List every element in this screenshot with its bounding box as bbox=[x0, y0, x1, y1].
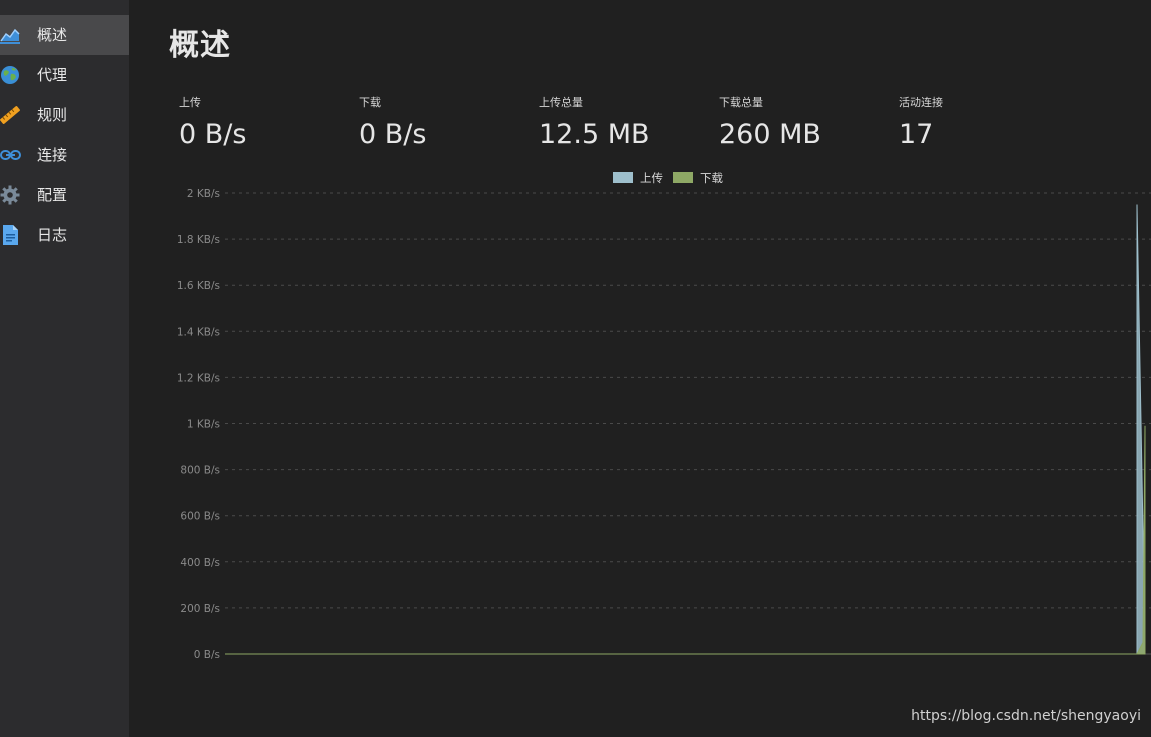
y-tick-label: 800 B/s bbox=[180, 465, 220, 477]
ruler-icon bbox=[0, 105, 22, 125]
watermark: https://blog.csdn.net/shengyaoyi bbox=[911, 708, 1141, 724]
y-tick-label: 1.4 KB/s bbox=[177, 326, 220, 338]
y-tick-label: 400 B/s bbox=[180, 557, 220, 569]
sidebar-item-label: 代理 bbox=[37, 66, 68, 84]
sidebar-item-logs[interactable]: 日志 bbox=[0, 215, 129, 255]
link-icon bbox=[0, 145, 22, 165]
y-tick-label: 1.6 KB/s bbox=[177, 280, 220, 292]
traffic-chart: 0 B/s 200 B/s 400 B/s 600 B/s 800 B/s 1 KB/s 1… bbox=[177, 171, 1151, 661]
legend-swatch bbox=[673, 172, 693, 183]
sidebar-item-label: 日志 bbox=[37, 226, 68, 244]
legend-swatch bbox=[613, 172, 633, 183]
upload-series-area bbox=[225, 204, 1146, 655]
sidebar-item-config[interactable]: 配置 bbox=[0, 175, 129, 215]
app-window: 概述 代理 规则 连接 配置 日志 概述 上传 0 B/s 下载 0 B/s 上… bbox=[0, 0, 1151, 737]
main-content: 概述 上传 0 B/s 下载 0 B/s 上传总量 12.5 MB 下载总量 2… bbox=[129, 0, 1151, 737]
download-series-area bbox=[225, 425, 1146, 655]
sidebar-item-overview[interactable]: 概述 bbox=[0, 15, 129, 55]
document-icon bbox=[0, 225, 22, 245]
y-tick-label: 1.8 KB/s bbox=[177, 234, 220, 246]
sidebar-item-rules[interactable]: 规则 bbox=[0, 95, 129, 135]
gear-icon bbox=[0, 185, 22, 205]
sidebar-nav: 概述 代理 规则 连接 配置 日志 bbox=[0, 15, 129, 255]
sidebar-item-label: 连接 bbox=[37, 146, 68, 164]
y-tick-label: 2 KB/s bbox=[187, 188, 220, 200]
y-tick-label: 1.2 KB/s bbox=[177, 372, 220, 384]
sidebar-item-connections[interactable]: 连接 bbox=[0, 135, 129, 175]
sidebar-item-label: 概述 bbox=[37, 26, 68, 44]
chart-area-icon bbox=[0, 25, 22, 45]
globe-icon bbox=[0, 65, 22, 85]
legend-label: 下载 bbox=[700, 171, 723, 185]
sidebar-item-label: 配置 bbox=[37, 186, 68, 204]
sidebar-item-proxies[interactable]: 代理 bbox=[0, 55, 129, 95]
sidebar: 概述 代理 规则 连接 配置 日志 bbox=[0, 0, 129, 737]
y-tick-label: 1 KB/s bbox=[187, 419, 220, 431]
y-tick-label: 200 B/s bbox=[180, 603, 220, 615]
legend-label: 上传 bbox=[640, 171, 663, 185]
y-tick-label: 600 B/s bbox=[180, 511, 220, 523]
sidebar-item-label: 规则 bbox=[37, 106, 68, 124]
y-tick-label: 0 B/s bbox=[194, 649, 220, 661]
